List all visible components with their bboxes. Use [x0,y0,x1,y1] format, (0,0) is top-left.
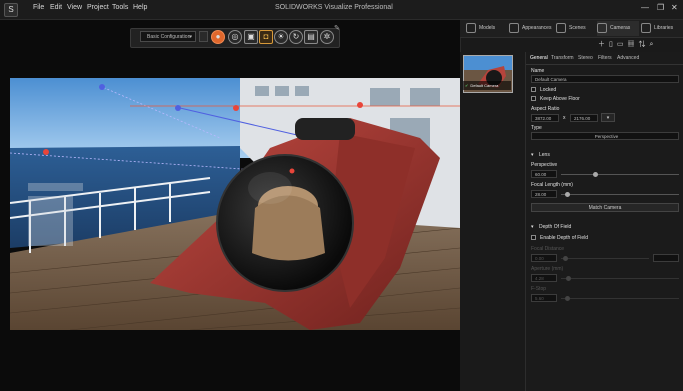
focal-length-label: Focal Length (mm) [531,182,573,188]
screenshot-icon[interactable]: ▤ [304,30,318,44]
cameras-icon [597,22,607,33]
close-icon[interactable]: ✕ [671,3,678,12]
gizmo-handle-blue [99,84,105,90]
chevron-down-icon[interactable]: ▾ [531,152,534,158]
fstop-slider[interactable] [561,298,679,299]
fast-render-icon[interactable]: ◎ [228,30,242,44]
camera-list [460,52,526,391]
camera-tool-icon[interactable]: ▣ [244,30,258,44]
tab-filters[interactable]: Filters [598,55,612,61]
app-logo-icon[interactable]: S [4,3,18,17]
camera-thumbnail-label: ✔ Default Camera [463,81,511,90]
configuration-select[interactable]: Basic Configuration ▾ [140,31,196,42]
search-icon[interactable]: ⌕ [649,41,657,48]
appearances-icon [509,22,519,33]
enable-dof-label: Enable Depth of Field [540,235,589,241]
save-icon[interactable]: ▭ [617,41,628,48]
keep-above-floor-label: Keep Above Floor [540,96,580,102]
focal-distance-label: Focal Distance [531,246,565,252]
chevron-down-icon: ▾ [606,115,610,121]
match-camera-button[interactable]: Match Camera [531,203,679,212]
tab-cameras[interactable]: Cameras [597,21,639,36]
tab-stereo[interactable]: Stereo [578,55,593,61]
fstop-slider-knob[interactable] [565,296,570,301]
aperture-slider[interactable] [561,278,679,279]
pin-icon[interactable]: ✎ [334,24,340,32]
locked-checkbox[interactable] [531,87,536,92]
enable-dof-checkbox[interactable] [531,235,536,240]
menu-view[interactable]: View [67,4,82,11]
sort-icon[interactable]: ⇅ [638,41,649,48]
chevron-down-icon[interactable]: ▾ [531,224,534,230]
scenes-icon [556,22,566,33]
focal-distance-slider-knob[interactable] [563,256,568,261]
configuration-value: Basic Configuration [147,34,191,40]
tab-scenes[interactable]: Scenes [556,21,596,36]
aspect-width-field[interactable]: 3872.00 [531,114,559,122]
type-value: Perspective [594,134,619,139]
gizmo-handle-red [357,102,363,108]
chevron-down-icon: ▾ [189,34,192,40]
add-icon[interactable]: ＋ [598,41,609,48]
properties-panel [526,52,683,391]
fstop-label: F-Stop [531,286,547,292]
settings-icon[interactable]: ✲ [320,30,334,44]
focal-distance-slider[interactable] [561,258,649,259]
menu-file[interactable]: File [33,4,44,11]
name-field[interactable]: Default Camera [531,75,679,83]
type-label: Type [531,125,542,131]
name-label: Name [531,68,545,74]
gizmo-handle-red [43,149,49,155]
focal-length-slider[interactable] [561,194,679,195]
tab-transform[interactable]: Transform [551,55,574,61]
window-title: SOLIDWORKS Visualize Professional [275,4,393,11]
light-bulb-icon[interactable]: ☀ [274,30,288,44]
focal-distance-pick-button[interactable] [653,254,679,262]
perspective-slider-knob[interactable] [593,172,598,177]
type-select[interactable]: Perspective [531,132,679,140]
refresh-icon[interactable]: ↻ [289,30,303,44]
fstop-field[interactable]: 5.60 [531,294,557,302]
perspective-label: Perspective [531,162,558,168]
depth-of-field-section-header[interactable]: Depth Of Field [539,224,571,230]
gizmo-handle-blue [175,105,181,111]
aspect-separator: x [563,115,566,121]
tab-general[interactable]: General [530,55,548,61]
perspective-field[interactable]: 60.00 [531,170,557,178]
render-viewport[interactable] [10,78,460,330]
lens-section-header[interactable]: Lens [539,152,550,158]
minimize-icon[interactable]: — [641,3,649,12]
environment-icon[interactable]: ◘ [259,30,273,44]
new-file-icon[interactable]: ▯ [609,41,617,48]
aperture-label: Aperture (mm) [531,266,564,272]
models-icon [466,22,476,33]
panel-action-icons: ＋▯▭▦⇅⌕ [598,39,657,49]
menu-edit[interactable]: Edit [50,4,62,11]
focal-length-slider-knob[interactable] [565,192,570,197]
aspect-ratio-label: Aspect Ratio [531,106,560,112]
locked-label: Locked [540,87,557,93]
aperture-field[interactable]: 4.28 [531,274,557,282]
gizmo-handle-red [233,105,239,111]
configuration-options-button[interactable] [199,31,208,42]
libraries-icon [641,22,651,33]
render-icon[interactable]: ● [211,30,225,44]
checkmark-icon: ✔ [465,83,469,88]
restore-icon[interactable]: ❐ [657,3,664,12]
aspect-height-field[interactable]: 2176.00 [570,114,598,122]
aspect-dropdown[interactable]: ▾ [601,113,615,122]
focal-length-field[interactable]: 28.00 [531,190,557,198]
grid-icon[interactable]: ▦ [627,41,638,48]
menu-help[interactable]: Help [133,4,147,11]
tab-models[interactable]: Models [466,21,506,36]
tab-libraries[interactable]: Libraries [641,21,681,36]
menu-project[interactable]: Project [87,4,109,11]
tab-advanced[interactable]: Advanced [617,55,639,61]
focal-distance-field[interactable]: 0.00 [531,254,557,262]
menu-tools[interactable]: Tools [112,4,128,11]
perspective-slider[interactable] [561,174,679,175]
keep-above-floor-checkbox[interactable] [531,96,536,101]
tab-appearances[interactable]: Appearances [509,21,553,36]
aperture-slider-knob[interactable] [566,276,571,281]
